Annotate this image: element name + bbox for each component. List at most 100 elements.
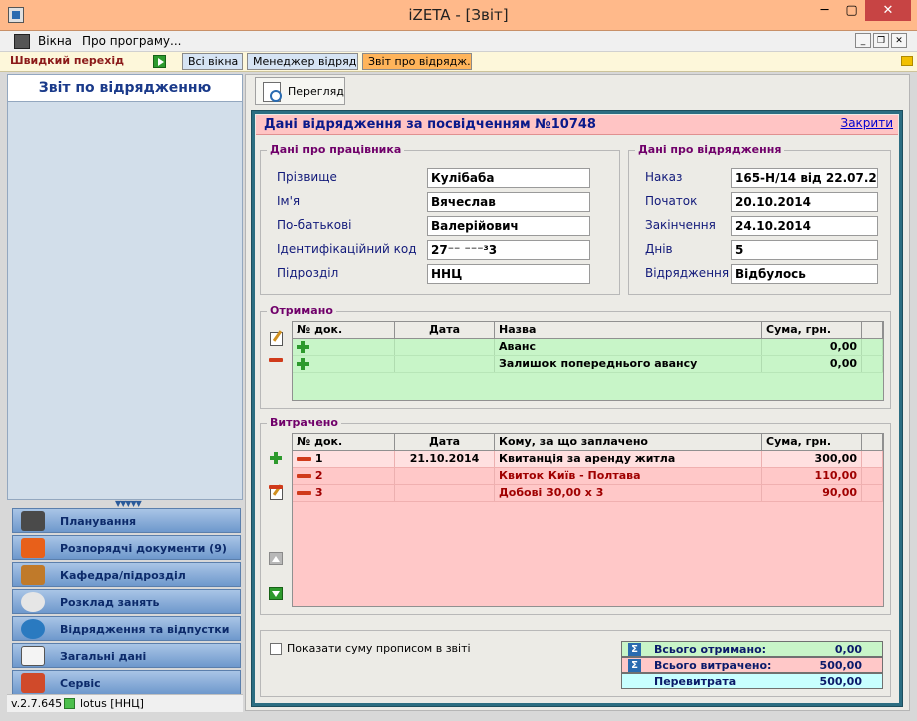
user-label: lotus [ННЦ]: [80, 697, 144, 710]
overspend-value: 500,00: [819, 675, 862, 688]
total-spent-value: 500,00: [819, 659, 862, 672]
minimize-icon[interactable]: ─: [811, 0, 838, 21]
col-name[interactable]: Назва: [495, 322, 762, 338]
graduation-cap-icon: [21, 511, 45, 531]
surname-field[interactable]: Кулібаба: [427, 168, 590, 188]
mdi-controls: _ ❐ ✕: [855, 33, 907, 48]
splitter-grip[interactable]: ▼▼▼▼▼: [115, 499, 142, 508]
briefcase-icon: [21, 565, 45, 585]
name-field[interactable]: Вячеслав: [427, 192, 590, 212]
patronymic-label: По-батькові: [277, 218, 352, 232]
envelope-icon: [21, 538, 45, 558]
received-table-header: № док. Дата Назва Сума, грн.: [293, 322, 883, 339]
table-row[interactable]: Аванс 0,00: [293, 339, 883, 356]
sidebar-item-planning[interactable]: Планування: [12, 508, 241, 533]
col-date[interactable]: Дата: [395, 434, 495, 450]
overspend-row: Перевитрата 500,00: [621, 673, 883, 689]
department-field[interactable]: ННЦ: [427, 264, 590, 284]
tab-all-windows[interactable]: Всі вікна: [182, 53, 243, 70]
start-date-field[interactable]: 20.10.2014: [731, 192, 878, 212]
preview-icon: [263, 82, 282, 102]
amount-in-words-checkbox[interactable]: [270, 643, 282, 655]
play-icon[interactable]: [153, 55, 166, 68]
tax-id-field[interactable]: 27⁻⁻ ⁻⁻⁻³3: [427, 240, 590, 260]
quick-nav-label: Швидкий перехід: [10, 54, 124, 67]
add-icon[interactable]: [270, 452, 282, 464]
table-row[interactable]: Залишок попереднього авансу 0,00: [293, 356, 883, 373]
trip-group-label: Дані про відрядження: [635, 143, 785, 156]
sidebar-header: Звіт по відрядженню: [7, 74, 243, 102]
end-date-field[interactable]: 24.10.2014: [731, 216, 878, 236]
days-label: Днів: [645, 242, 673, 256]
start-label: Початок: [645, 194, 698, 208]
order-label: Наказ: [645, 170, 683, 184]
remove-icon[interactable]: [269, 358, 283, 362]
surname-label: Прізвище: [277, 170, 337, 184]
add-icon[interactable]: [297, 341, 309, 353]
remove-icon[interactable]: [269, 485, 283, 489]
tax-id-label: Ідентифікаційний код: [277, 242, 417, 256]
total-received-value: 0,00: [834, 643, 862, 656]
col-doc[interactable]: № док.: [293, 434, 395, 450]
maximize-icon[interactable]: ▢: [838, 0, 865, 21]
menu-windows[interactable]: Вікна: [38, 34, 72, 48]
trip-status-field[interactable]: Відбулось: [731, 264, 878, 284]
window-title: iZETA - [Звіт]: [408, 6, 509, 24]
received-table: № док. Дата Назва Сума, грн. Аванс 0,00 …: [292, 321, 884, 401]
edit-icon[interactable]: [270, 332, 283, 346]
sidebar-item-trips[interactable]: Відрядження та відпустки: [12, 616, 241, 641]
col-date[interactable]: Дата: [395, 322, 495, 338]
tab-trip-report[interactable]: Звіт про відрядж...: [362, 53, 472, 70]
sigma-icon: Σ: [628, 643, 641, 656]
move-up-icon[interactable]: [269, 552, 283, 565]
folder-icon[interactable]: [901, 56, 913, 66]
mdi-document-icon[interactable]: [14, 34, 30, 49]
mdi-restore-icon[interactable]: ❐: [873, 33, 889, 48]
spent-table-header: № док. Дата Кому, за що заплачено Сума, …: [293, 434, 883, 451]
end-label: Закінчення: [645, 218, 716, 232]
preview-button[interactable]: Перегляд: [255, 77, 345, 105]
sigma-icon: Σ: [628, 659, 641, 672]
employee-group-label: Дані про працівника: [267, 143, 405, 156]
trip-status-label: Відрядження: [645, 266, 730, 280]
col-sum[interactable]: Сума, грн.: [762, 322, 862, 338]
name-label: Ім'я: [277, 194, 301, 208]
sidebar-item-orders[interactable]: Розпорядчі документи (9): [12, 535, 241, 560]
close-link[interactable]: Закрити: [841, 116, 894, 130]
version-label: v.2.7.645: [11, 697, 63, 710]
col-payee[interactable]: Кому, за що заплачено: [495, 434, 762, 450]
add-icon[interactable]: [297, 358, 309, 370]
window-controls: ─ ▢ ✕: [811, 0, 911, 21]
remove-icon[interactable]: [297, 457, 311, 461]
mdi-minimize-icon[interactable]: _: [855, 33, 871, 48]
patronymic-field[interactable]: Валерійович: [427, 216, 590, 236]
sidebar-item-schedule[interactable]: Розклад занять: [12, 589, 241, 614]
close-icon[interactable]: ✕: [865, 0, 911, 21]
sidebar-item-service[interactable]: Сервіс: [12, 670, 241, 695]
total-spent-row: Σ Всього витрачено: 500,00: [621, 657, 883, 673]
table-row[interactable]: 2 Квиток Київ - Полтава 110,00: [293, 468, 883, 485]
spent-group-label: Витрачено: [267, 416, 341, 429]
sidebar-item-department[interactable]: Кафедра/підрозділ: [12, 562, 241, 587]
order-field[interactable]: 165-Н/14 від 22.07.2014: [731, 168, 878, 188]
menu-about[interactable]: Про програму...: [82, 34, 181, 48]
amount-in-words-label: Показати суму прописом в звіті: [287, 642, 471, 655]
sidebar: [7, 74, 243, 500]
move-down-icon[interactable]: [269, 587, 283, 600]
received-group-label: Отримано: [267, 304, 336, 317]
remove-icon[interactable]: [297, 474, 311, 478]
tools-icon: [21, 673, 45, 693]
clock-icon: [21, 592, 45, 612]
table-row[interactable]: 1 21.10.2014 Квитанція за аренду житла 3…: [293, 451, 883, 468]
sidebar-item-general[interactable]: Загальні дані: [12, 643, 241, 668]
remove-icon[interactable]: [297, 491, 311, 495]
col-sum[interactable]: Сума, грн.: [762, 434, 862, 450]
panel-title: Дані відрядження за посвідченням №10748: [264, 117, 596, 132]
col-doc[interactable]: № док.: [293, 322, 395, 338]
tab-trip-manager[interactable]: Менеджер відряд...: [247, 53, 358, 70]
mdi-close-icon[interactable]: ✕: [891, 33, 907, 48]
table-row[interactable]: 3 Добові 30,00 x 3 90,00: [293, 485, 883, 502]
days-field[interactable]: 5: [731, 240, 878, 260]
spent-table: № док. Дата Кому, за що заплачено Сума, …: [292, 433, 884, 607]
connection-icon: [64, 698, 75, 709]
